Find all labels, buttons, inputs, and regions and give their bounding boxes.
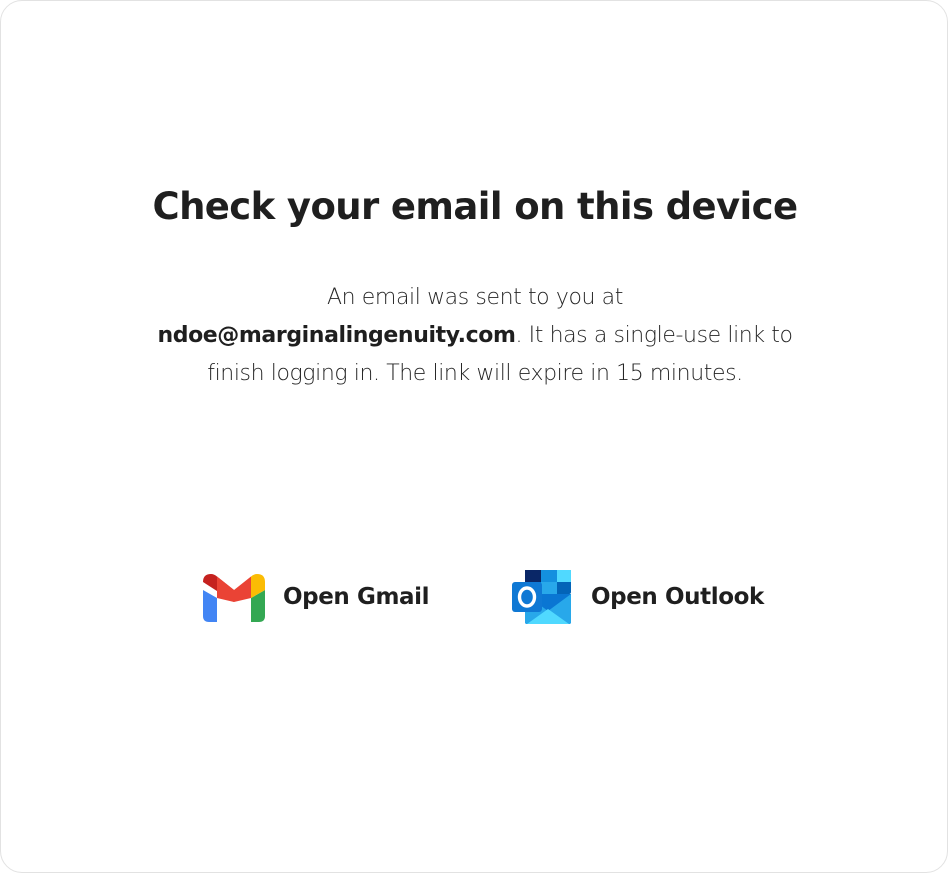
open-outlook-button[interactable]: Open Outlook: [511, 569, 764, 625]
gmail-icon: [203, 572, 265, 622]
page-title: Check your email on this device: [152, 185, 799, 228]
recipient-email: ndoe@marginalingenuity.com: [157, 323, 516, 348]
message-prefix: An email was sent to you at: [327, 285, 623, 310]
open-gmail-label: Open Gmail: [283, 584, 430, 610]
email-sent-message: An email was sent to you at ndoe@margina…: [151, 279, 799, 393]
email-check-card: Check your email on this device An email…: [0, 0, 948, 873]
open-gmail-button[interactable]: Open Gmail: [203, 569, 430, 625]
open-outlook-label: Open Outlook: [591, 584, 764, 610]
outlook-icon: [511, 569, 573, 625]
